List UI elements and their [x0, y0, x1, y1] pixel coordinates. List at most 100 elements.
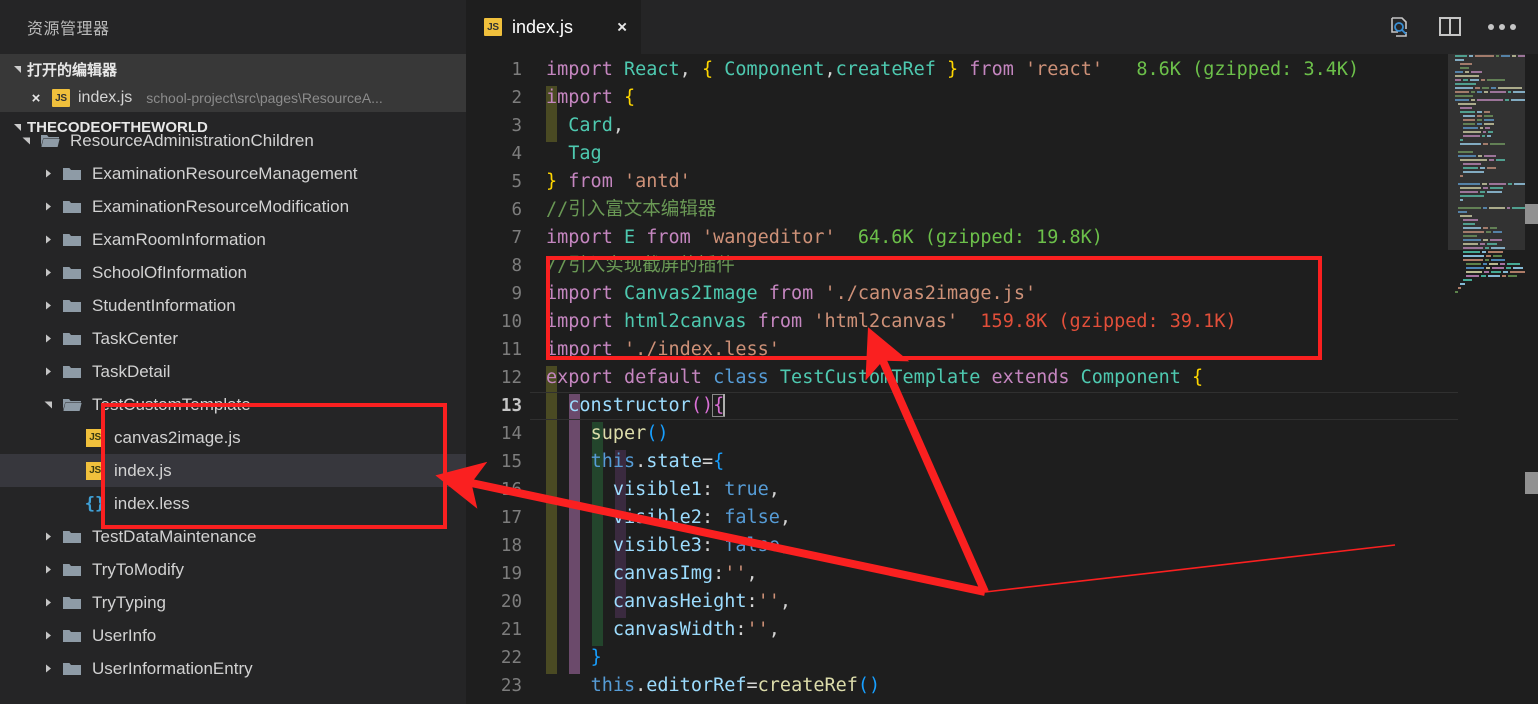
chevron-right-icon[interactable]	[40, 562, 56, 578]
folder-icon	[63, 398, 82, 411]
chevron-right-icon[interactable]	[40, 166, 56, 182]
file-tree: ResourceAdministrationChildren Examinatio…	[0, 124, 466, 704]
tree-item-trytyping[interactable]: TryTyping	[0, 586, 466, 619]
editor-tabbar: JS index.js ×	[466, 0, 1538, 54]
code-line-8[interactable]: 8 //引入实现截屏的插件	[466, 252, 1538, 280]
tree-item-taskdetail[interactable]: TaskDetail	[0, 355, 466, 388]
code-line-2[interactable]: 2 import {	[466, 84, 1538, 112]
code-line-22[interactable]: 22 }	[466, 644, 1538, 672]
code-line-6[interactable]: 6 //引入富文本编辑器	[466, 196, 1538, 224]
code-line-19[interactable]: 19 canvasImg:'',	[466, 560, 1538, 588]
folder-icon	[63, 563, 81, 576]
tree-item-index-js[interactable]: JS index.js	[0, 454, 466, 487]
code-text: Tag	[568, 143, 602, 164]
line-number: 8	[511, 256, 522, 276]
code-line-1[interactable]: 1 import React, { Component,createRef } f…	[466, 56, 1538, 84]
split-editor-icon[interactable]	[1438, 16, 1462, 38]
code-line-13[interactable]: 13 constructor(){	[466, 392, 1538, 420]
code-text: canvasHeight:'',	[612, 591, 792, 612]
tree-item-label: UserInfo	[92, 625, 157, 645]
chevron-down-icon[interactable]	[18, 133, 34, 149]
chevron-right-icon[interactable]	[40, 364, 56, 380]
code-line-18[interactable]: 18 visible3: false,	[466, 532, 1538, 560]
code-line-5[interactable]: 5} from 'antd'	[466, 168, 1538, 196]
code-line-7[interactable]: 7 import E from 'wangeditor' 64.6K (gzipp…	[466, 224, 1538, 252]
tree-item-testcustomtemplate[interactable]: TestCustomTemplate	[0, 388, 466, 421]
tree-item-label: TryTyping	[92, 592, 167, 612]
folder-icon	[63, 332, 81, 345]
chevron-down-icon[interactable]	[40, 397, 56, 413]
code-text: import E from 'wangeditor' 64.6K (gzippe…	[546, 227, 1103, 248]
line-number: 14	[500, 424, 522, 444]
code-line-15[interactable]: 15 this.state={	[466, 448, 1538, 476]
vscode-window: 资源管理器 打开的编辑器 × JS index.js school-projec…	[0, 0, 1538, 704]
line-number: 7	[511, 228, 522, 248]
js-file-icon: JS	[484, 18, 502, 36]
close-icon[interactable]: ×	[617, 19, 627, 36]
chevron-right-icon[interactable]	[40, 595, 56, 611]
tree-item-label: canvas2image.js	[114, 427, 241, 447]
folder-icon	[63, 365, 81, 378]
tree-item-label: TestDataMaintenance	[92, 526, 257, 546]
chevron-right-icon[interactable]	[40, 529, 56, 545]
tree-item-schoolofinformation[interactable]: SchoolOfInformation	[0, 256, 466, 289]
code-line-23[interactable]: 23 this.editorRef=createRef()	[466, 672, 1538, 700]
code-line-14[interactable]: 14 super()	[466, 420, 1538, 448]
tree-item-userinfo[interactable]: UserInfo	[0, 619, 466, 652]
code-line-20[interactable]: 20 canvasHeight:'',	[466, 588, 1538, 616]
code-line-11[interactable]: 11 import './index.less'	[466, 336, 1538, 364]
chevron-right-icon[interactable]	[40, 331, 56, 347]
line-number: 19	[500, 564, 522, 584]
line-number: 13	[500, 396, 522, 416]
tree-item-label: index.js	[114, 460, 172, 480]
code-line-17[interactable]: 17 visible2: false,	[466, 504, 1538, 532]
code-line-12[interactable]: 12 export default class TestCustomTemplat…	[466, 364, 1538, 392]
tree-item-index-less[interactable]: {} index.less	[0, 487, 466, 520]
tree-item-trytomodify[interactable]: TryToModify	[0, 553, 466, 586]
more-actions-icon[interactable]	[1488, 24, 1516, 30]
chevron-right-icon[interactable]	[40, 199, 56, 215]
open-editors-label: 打开的编辑器	[27, 61, 118, 79]
chevron-right-icon[interactable]	[40, 265, 56, 281]
close-icon[interactable]: ×	[28, 90, 44, 106]
code-text: import './index.less'	[546, 339, 780, 360]
open-editor-file-name: index.js	[78, 89, 133, 106]
tree-item-label: ExaminationResourceModification	[92, 196, 350, 216]
code-line-3[interactable]: 3 Card,	[466, 112, 1538, 140]
line-number: 5	[511, 172, 522, 192]
tree-item-resourceadministrationchildren[interactable]: ResourceAdministrationChildren	[0, 124, 466, 157]
tree-item-studentinformation[interactable]: StudentInformation	[0, 289, 466, 322]
folder-icon	[63, 167, 81, 180]
tree-item-examroominformation[interactable]: ExamRoomInformation	[0, 223, 466, 256]
code-line-10[interactable]: 10 import html2canvas from 'html2canvas' …	[466, 308, 1538, 336]
code-line-9[interactable]: 9 import Canvas2Image from './canvas2imag…	[466, 280, 1538, 308]
chevron-right-icon[interactable]	[40, 232, 56, 248]
tree-item-userinformationentry[interactable]: UserInformationEntry	[0, 652, 466, 685]
chevron-right-icon[interactable]	[40, 628, 56, 644]
folder-icon	[63, 596, 81, 609]
code-line-16[interactable]: 16 visible1: true,	[466, 476, 1538, 504]
code-line-21[interactable]: 21 canvasWidth:'',	[466, 616, 1538, 644]
open-preview-icon[interactable]	[1388, 15, 1412, 39]
tree-item-taskcenter[interactable]: TaskCenter	[0, 322, 466, 355]
tree-item-examinationresourcemodification[interactable]: ExaminationResourceModification	[0, 190, 466, 223]
code-viewport[interactable]: 1 import React, { Component,createRef } f…	[466, 54, 1538, 704]
chevron-right-icon[interactable]	[40, 298, 56, 314]
tree-item-testdatamaintenance[interactable]: TestDataMaintenance	[0, 520, 466, 553]
line-number: 22	[500, 648, 522, 668]
folder-icon	[63, 266, 81, 279]
tree-item-canvas2image-js[interactable]: JS canvas2image.js	[0, 421, 466, 454]
line-number: 10	[500, 312, 522, 332]
chevron-right-icon[interactable]	[40, 661, 56, 677]
tab-index-js[interactable]: JS index.js ×	[466, 0, 641, 54]
open-editors-section-header[interactable]: 打开的编辑器	[0, 54, 466, 84]
code-text: import html2canvas from 'html2canvas' 15…	[546, 311, 1237, 332]
folder-icon	[63, 662, 81, 675]
tree-item-examinationresourcemanagement[interactable]: ExaminationResourceManagement	[0, 157, 466, 190]
js-file-icon: JS	[86, 428, 104, 447]
open-editor-item-index-js[interactable]: × JS index.js school-project\src\pages\R…	[0, 84, 466, 112]
code-text: //引入富文本编辑器	[546, 199, 717, 220]
code-line-4[interactable]: 4 Tag	[466, 140, 1538, 168]
